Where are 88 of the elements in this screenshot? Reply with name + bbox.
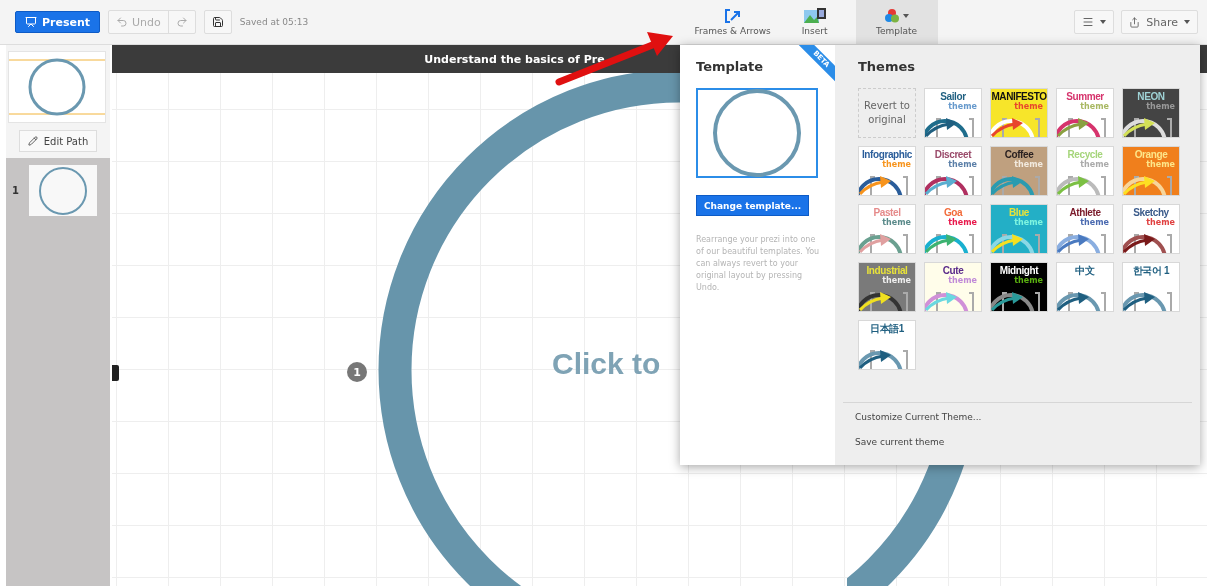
theme-action-link[interactable]: Customize Current Theme... — [855, 409, 1180, 426]
present-button[interactable]: Present — [15, 11, 101, 33]
theme-name: Athlete — [1069, 207, 1101, 218]
theme-subtitle: theme — [882, 161, 911, 169]
caret-icon — [1184, 20, 1190, 24]
slide-thumbnail[interactable] — [28, 165, 97, 216]
theme-subtitle: theme — [1014, 161, 1043, 169]
theme-name: Discreet — [934, 149, 972, 160]
color-circles-icon — [884, 8, 900, 23]
theme-name: 日本語1 — [870, 323, 904, 335]
theme-tile[interactable]: Infographic theme — [858, 146, 916, 196]
theme-name: Coffee — [1004, 149, 1034, 160]
change-template-button[interactable]: Change template... — [696, 195, 810, 216]
theme-tile[interactable]: Summer theme — [1056, 88, 1114, 138]
panel-title: Themes — [857, 59, 917, 74]
share-button[interactable]: Share — [1121, 10, 1198, 34]
theme-subtitle: theme — [948, 103, 977, 111]
toolbar-tab[interactable]: Insert — [773, 0, 856, 44]
theme-tile[interactable]: Goa theme — [924, 204, 982, 254]
theme-subtitle: theme — [1146, 219, 1175, 227]
menu-button[interactable] — [1074, 10, 1115, 34]
template-description: Rearrange your prezi into one of our beautiful templates. You can always revert to your original layout by pressing Undo. — [696, 234, 820, 294]
theme-tile[interactable]: Sailor theme — [924, 88, 982, 138]
theme-name: Sketchy — [1133, 207, 1169, 219]
theme-subtitle: theme — [1080, 103, 1109, 111]
theme-action-link[interactable]: Save current theme — [855, 434, 1180, 451]
theme-subtitle: theme — [948, 277, 977, 285]
theme-subtitle: theme — [882, 219, 911, 227]
theme-name: Goa — [943, 207, 963, 218]
theme-subtitle: theme — [1014, 219, 1043, 227]
theme-subtitle: theme — [948, 219, 977, 227]
theme-name: 한국어 1 — [1132, 265, 1170, 277]
theme-name: 中文 — [1075, 265, 1095, 277]
theme-tile[interactable]: Cute theme — [924, 262, 982, 312]
theme-name: Blue — [1008, 207, 1030, 218]
toolbar-tab[interactable]: Frames & Arrows — [691, 0, 774, 44]
theme-subtitle: theme — [1014, 103, 1043, 111]
theme-name: Summer — [1066, 91, 1104, 102]
theme-subtitle: theme — [1146, 161, 1175, 169]
presentation-icon — [25, 16, 37, 28]
undo-icon — [116, 16, 129, 28]
theme-subtitle: theme — [1080, 219, 1109, 227]
theme-tile[interactable]: Sketchy theme — [1122, 204, 1180, 254]
edit-path-button[interactable]: Edit Path — [18, 130, 98, 152]
theme-tile[interactable]: 日本語1 — [858, 320, 916, 370]
theme-tile[interactable]: 中文 — [1056, 262, 1114, 312]
theme-tile[interactable]: Athlete theme — [1056, 204, 1114, 254]
slide-number: 1 — [12, 185, 19, 196]
pencil-icon — [27, 136, 38, 146]
theme-name: NEON — [1137, 91, 1165, 102]
caret-icon — [902, 13, 909, 18]
theme-subtitle: theme — [1014, 277, 1043, 285]
theme-tile[interactable]: Pastel theme — [858, 204, 916, 254]
saved-status: Saved at 05:13 — [239, 17, 309, 27]
theme-name: Infographic — [861, 149, 912, 161]
theme-name: Sailor — [940, 91, 966, 102]
theme-name: Cute — [942, 265, 964, 276]
theme-tile[interactable]: Coffee theme — [990, 146, 1048, 196]
bracket-arrow-icon — [724, 8, 741, 23]
theme-name: Pastel — [873, 207, 901, 218]
theme-name: Recycle — [1067, 149, 1103, 161]
theme-subtitle: theme — [948, 161, 977, 169]
revert-tile[interactable]: Revert to original — [858, 88, 916, 138]
theme-tile[interactable]: 한국어 1 — [1122, 262, 1180, 312]
panel-handle[interactable] — [112, 365, 119, 381]
theme-name: Midnight — [999, 265, 1039, 277]
path-step-badge: 1 — [347, 362, 367, 382]
theme-tile[interactable]: Discreet theme — [924, 146, 982, 196]
theme-name: Industrial — [866, 265, 908, 276]
toolbar-tab[interactable]: Template — [855, 0, 938, 44]
theme-name: Orange — [1134, 149, 1168, 161]
caret-icon — [1100, 20, 1107, 24]
menu-icon — [1082, 16, 1095, 28]
circle-thumbnail-drawing — [37, 165, 88, 216]
theme-tile[interactable]: NEON theme — [1122, 88, 1180, 138]
save-button[interactable] — [203, 10, 232, 34]
theme-name: MANIFESTO — [991, 91, 1047, 102]
share-icon — [1129, 16, 1141, 28]
theme-subtitle: theme — [882, 277, 911, 285]
theme-tile[interactable]: Midnight theme — [990, 262, 1048, 312]
image-icon — [803, 8, 826, 23]
panel-title: Template — [696, 59, 764, 74]
redo-icon — [175, 16, 188, 28]
theme-tile[interactable]: Industrial theme — [858, 262, 916, 312]
theme-tile[interactable]: MANIFESTO theme — [990, 88, 1048, 138]
save-icon — [211, 16, 224, 28]
theme-subtitle: theme — [1080, 161, 1109, 169]
theme-subtitle: theme — [1146, 103, 1175, 111]
